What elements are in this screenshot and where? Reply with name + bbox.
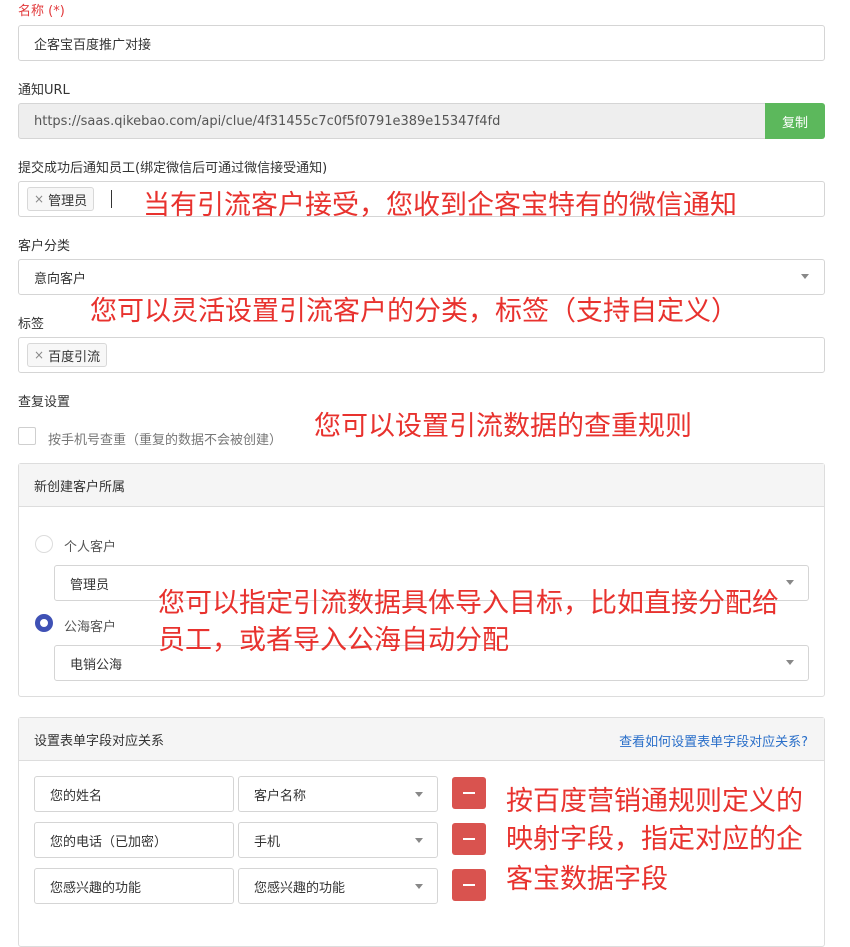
chevron-down-icon xyxy=(801,274,809,279)
chevron-down-icon xyxy=(786,580,794,585)
tag-chip-label: 百度引流 xyxy=(48,349,101,365)
mapping-target-value: 客户名称 xyxy=(254,788,307,804)
personal-owner-value: 管理员 xyxy=(70,577,110,593)
mapping-source-field[interactable]: 您的电话（已加密） xyxy=(34,822,234,858)
personal-radio-label: 个人客户 xyxy=(64,540,117,555)
public-pool-value: 电销公海 xyxy=(70,657,123,673)
mapping-source-field[interactable]: 您的姓名 xyxy=(34,776,234,812)
minus-icon xyxy=(463,792,475,794)
owner-panel-title: 新创建客户所属 xyxy=(19,464,824,507)
chevron-down-icon xyxy=(415,838,423,843)
name-label: 名称 (*) xyxy=(18,4,65,19)
dedupe-checkbox[interactable] xyxy=(18,427,36,445)
tag-remove-icon[interactable]: × xyxy=(34,348,44,362)
text-cursor xyxy=(111,190,112,208)
annotation-mapping-line1: 按百度营销通规则定义的 xyxy=(506,786,803,817)
category-select[interactable]: 意向客户 xyxy=(18,259,825,295)
mapping-target-select[interactable]: 您感兴趣的功能 xyxy=(238,868,438,904)
chevron-down-icon xyxy=(415,792,423,797)
chevron-down-icon xyxy=(415,884,423,889)
public-radio[interactable] xyxy=(35,614,53,632)
delete-row-button[interactable] xyxy=(452,777,486,809)
mapping-source-field[interactable]: 您感兴趣的功能 xyxy=(34,868,234,904)
mapping-target-value: 手机 xyxy=(254,834,281,850)
minus-icon xyxy=(463,838,475,840)
category-label: 客户分类 xyxy=(18,239,71,254)
mapping-help-link[interactable]: 查看如何设置表单字段对应关系? xyxy=(619,731,808,750)
notify-url-label: 通知URL xyxy=(18,83,70,98)
delete-row-button[interactable] xyxy=(452,869,486,901)
notify-url-value: https://saas.qikebao.com/api/clue/4f3145… xyxy=(34,113,501,129)
tag-chip[interactable]: × 百度引流 xyxy=(27,343,108,367)
tags-label: 标签 xyxy=(18,317,45,332)
annotation-category: 您可以灵活设置引流客户的分类，标签（支持自定义） xyxy=(90,296,738,327)
mapping-target-select[interactable]: 客户名称 xyxy=(238,776,438,812)
annotation-owner-line2: 员工，或者导入公海自动分配 xyxy=(158,625,509,656)
chevron-down-icon xyxy=(786,660,794,665)
category-select-value: 意向客户 xyxy=(34,271,87,287)
dedupe-label: 查复设置 xyxy=(18,395,71,410)
mapping-source-value: 您的电话（已加密） xyxy=(50,834,168,850)
personal-radio[interactable] xyxy=(35,535,53,553)
staff-tag[interactable]: × 管理员 xyxy=(27,187,95,211)
annotation-mapping-line2: 映射字段，指定对应的企 xyxy=(506,824,803,855)
mapping-target-select[interactable]: 手机 xyxy=(238,822,438,858)
name-input[interactable]: 企客宝百度推广对接 xyxy=(18,25,825,61)
annotation-notify: 当有引流客户接受，您收到企客宝特有的微信通知 xyxy=(143,190,737,221)
delete-row-button[interactable] xyxy=(452,823,486,855)
dedupe-checkbox-label: 按手机号查重（重复的数据不会被创建） xyxy=(48,433,283,448)
notify-staff-label: 提交成功后通知员工(绑定微信后可通过微信接受通知) xyxy=(18,161,328,176)
mapping-source-value: 您感兴趣的功能 xyxy=(50,880,142,896)
copy-button[interactable]: 复制 xyxy=(765,103,825,139)
annotation-owner-line1: 您可以指定引流数据具体导入目标，比如直接分配给 xyxy=(158,588,779,619)
mapping-target-value: 您感兴趣的功能 xyxy=(254,880,346,896)
public-radio-label: 公海客户 xyxy=(64,620,117,635)
name-input-value: 企客宝百度推广对接 xyxy=(34,37,152,53)
minus-icon xyxy=(463,884,475,886)
tags-select[interactable] xyxy=(18,337,825,373)
staff-tag-label: 管理员 xyxy=(48,193,88,209)
mapping-source-value: 您的姓名 xyxy=(50,788,103,804)
annotation-dedupe: 您可以设置引流数据的查重规则 xyxy=(314,411,692,442)
tag-remove-icon[interactable]: × xyxy=(34,192,44,206)
notify-url-field[interactable]: https://saas.qikebao.com/api/clue/4f3145… xyxy=(18,103,766,139)
annotation-mapping-line3: 客宝数据字段 xyxy=(506,864,668,895)
